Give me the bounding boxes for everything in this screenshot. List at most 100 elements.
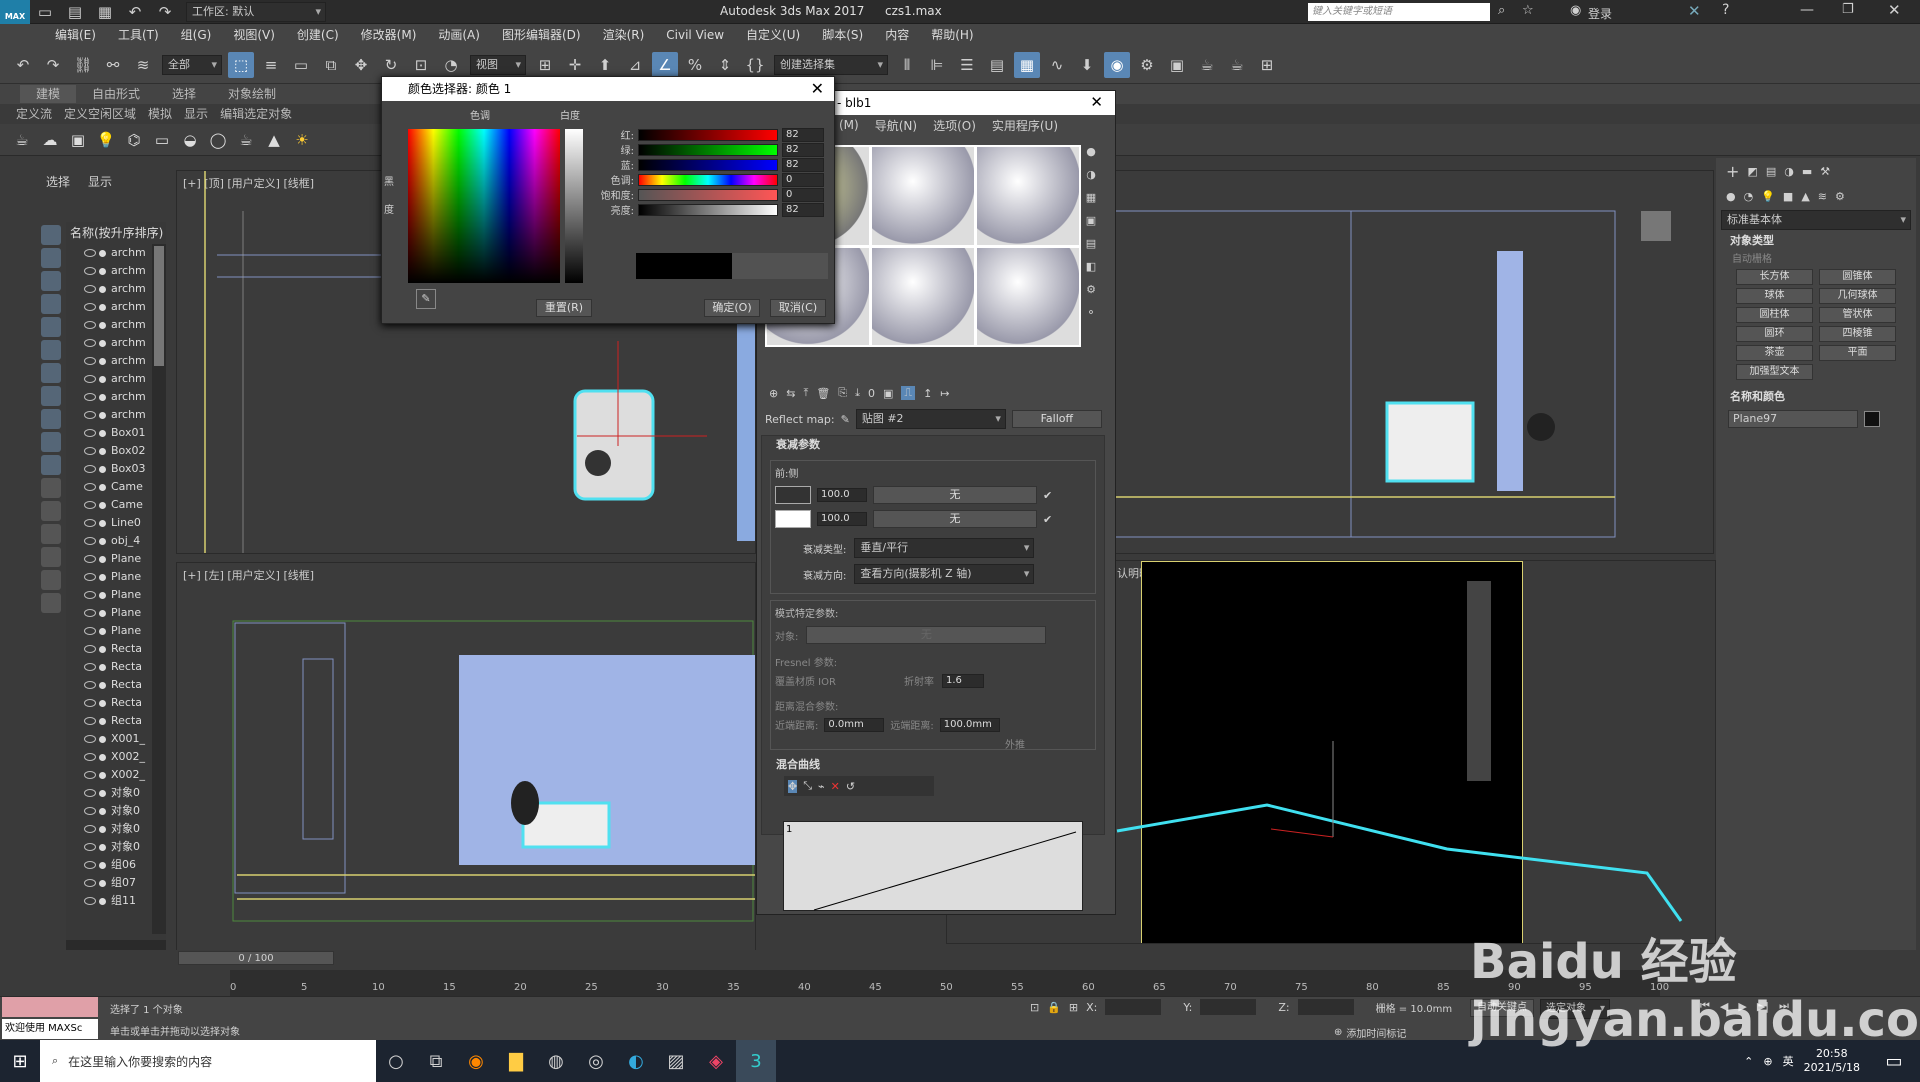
menu-create[interactable]: 创建(C) [286, 24, 350, 46]
visibility-eye-icon[interactable] [84, 573, 96, 581]
keyboard-shortcut-icon[interactable]: ⬆ [592, 52, 618, 78]
ribbon-tab-freeform[interactable]: 自由形式 [76, 85, 156, 103]
visibility-eye-icon[interactable] [84, 483, 96, 491]
cone-icon[interactable]: ▲ [260, 126, 288, 154]
3dsmax-taskbar-icon[interactable]: 3 [736, 1040, 776, 1082]
save-icon[interactable]: ▦ [92, 0, 118, 25]
login-link[interactable]: 登录 [1588, 5, 1612, 22]
scale-icon[interactable]: ⊡ [408, 52, 434, 78]
material-id-icon[interactable]: 0 [868, 387, 875, 400]
ribbon-sub-define-flow[interactable]: 定义流 [10, 105, 58, 123]
channel-slider[interactable] [638, 158, 778, 171]
curve-scale-icon[interactable]: ⤡ [803, 779, 812, 793]
scene-item[interactable]: archm [66, 280, 166, 298]
primitive-button[interactable]: 长方体 [1736, 269, 1813, 285]
mirror-icon[interactable]: ⫴ [894, 52, 920, 78]
visibility-eye-icon[interactable] [84, 699, 96, 707]
scene-item[interactable]: Recta [66, 676, 166, 694]
motion-tab-icon[interactable]: ◑ [1784, 165, 1794, 178]
channel-spinner[interactable]: 82 [782, 142, 824, 157]
filter-helper-icon[interactable] [41, 317, 61, 337]
teapot-icon[interactable]: ☕ [8, 126, 36, 154]
spacewarps-icon[interactable]: ≋ [1818, 190, 1827, 203]
track-bar[interactable]: 0 5 10 15 20 25 30 35 40 45 50 55 60 65 70 75 80 85 90 95 10… [230, 970, 1669, 996]
tray-arrow-icon[interactable]: ⌃ [1744, 1055, 1753, 1068]
autogrid-checkbox[interactable]: 自动栅格 [1716, 250, 1916, 265]
scene-item[interactable]: Came [66, 478, 166, 496]
app-icon-3[interactable]: ▨ [656, 1040, 696, 1082]
scene-item[interactable]: archm [66, 244, 166, 262]
restore-icon[interactable]: ❐ [1842, 2, 1854, 17]
display-tab-icon[interactable]: ▬ [1802, 165, 1812, 178]
sun-icon[interactable]: ☀ [288, 126, 316, 154]
place-icon[interactable]: ◔ [438, 52, 464, 78]
ribbon-sub-display[interactable]: 显示 [178, 105, 214, 123]
scene-item[interactable]: archm [66, 388, 166, 406]
visibility-eye-icon[interactable] [84, 375, 96, 383]
visibility-eye-icon[interactable] [84, 591, 96, 599]
isolate-icon[interactable]: ⊡ [1030, 1001, 1039, 1014]
utilities-tab-icon[interactable]: ⚒ [1820, 165, 1830, 178]
front-amount-spinner[interactable]: 100.0 [817, 488, 867, 502]
visibility-eye-icon[interactable] [84, 717, 96, 725]
scene-explorer-icon[interactable]: ▦ [1014, 51, 1040, 78]
ior-spinner[interactable]: 1.6 [941, 673, 984, 688]
scene-item[interactable]: Came [66, 496, 166, 514]
go-parent-icon[interactable]: ↥ [923, 387, 932, 400]
sample-type-icon[interactable]: ● [1086, 145, 1096, 158]
visibility-eye-icon[interactable] [84, 393, 96, 401]
primitive-button[interactable]: 平面 [1819, 345, 1896, 361]
scene-item[interactable]: Recta [66, 640, 166, 658]
side-map-button[interactable]: 无 [873, 510, 1037, 528]
add-time-tag[interactable]: 添加时间标记 [1346, 1025, 1406, 1040]
rendered-frame-icon[interactable]: ▣ [1164, 52, 1190, 78]
visibility-eye-icon[interactable] [84, 825, 96, 833]
scene-item[interactable]: 组11 [66, 892, 166, 910]
menu-graph-editors[interactable]: 图形编辑器(D) [491, 24, 592, 46]
menu-animation[interactable]: 动画(A) [427, 24, 491, 46]
scene-item[interactable]: archm [66, 406, 166, 424]
visibility-eye-icon[interactable] [84, 609, 96, 617]
falloff-type-dropdown[interactable]: 垂直/平行 [854, 538, 1035, 558]
scene-tab-select[interactable]: 选择 [46, 173, 70, 190]
visibility-eye-icon[interactable] [84, 879, 96, 887]
visibility-eye-icon[interactable] [84, 555, 96, 563]
cloud-icon[interactable]: ☁ [36, 126, 64, 154]
render-iterative-icon[interactable]: ☕ [1224, 52, 1250, 78]
ribbon-sub-define-idle[interactable]: 定义空闲区域 [58, 105, 142, 123]
show-end-result-icon[interactable]: ⎍ [901, 386, 916, 400]
map-name-dropdown[interactable]: 贴图 #2 [855, 409, 1006, 429]
task-view-icon[interactable]: ⧉ [416, 1040, 456, 1082]
visibility-eye-icon[interactable] [84, 663, 96, 671]
object-color-swatch[interactable] [1864, 411, 1880, 427]
scene-item[interactable]: Recta [66, 658, 166, 676]
filter-spacewarp-icon[interactable] [41, 340, 61, 360]
scene-item[interactable]: 对象0 [66, 820, 166, 838]
scene-item[interactable]: Plane [66, 586, 166, 604]
app-icon-4[interactable]: ◈ [696, 1040, 736, 1082]
helpers-icon[interactable]: ▲ [1801, 190, 1809, 203]
uv-tiling-icon[interactable]: ▣ [1086, 214, 1096, 227]
mat-menu-utilities[interactable]: 实用程序(U) [992, 117, 1058, 134]
clock-time[interactable]: 20:58 [1804, 1047, 1860, 1061]
select-by-name-icon[interactable]: ≡ [258, 52, 284, 78]
layer-icon[interactable] [41, 593, 61, 613]
geometry-icon[interactable]: ● [1726, 190, 1736, 203]
y-coord-input[interactable] [1200, 999, 1257, 1015]
taskbar-search[interactable]: ⌕ 在这里输入你要搜索的内容 [40, 1040, 376, 1082]
menu-content[interactable]: 内容 [874, 24, 920, 46]
spinner-snap-icon[interactable]: ⇕ [712, 52, 738, 78]
filter-frozen-icon[interactable] [41, 455, 61, 475]
go-sibling-icon[interactable]: ↦ [940, 387, 949, 400]
map-type-button[interactable]: Falloff [1011, 410, 1102, 428]
hue-blackness-field[interactable] [408, 129, 560, 283]
menu-group[interactable]: 组(G) [170, 24, 223, 46]
abs-mode-icon[interactable]: ⊞ [1069, 1001, 1078, 1014]
primitive-button[interactable]: 四棱锥 [1819, 326, 1896, 342]
scene-item[interactable]: archm [66, 370, 166, 388]
time-tag-icon[interactable]: ⊕ [1334, 1027, 1342, 1038]
ribbon-sub-simulate[interactable]: 模拟 [142, 105, 178, 123]
channel-slider[interactable] [638, 188, 778, 201]
filter-xref-icon[interactable] [41, 386, 61, 406]
visibility-eye-icon[interactable] [84, 249, 96, 257]
